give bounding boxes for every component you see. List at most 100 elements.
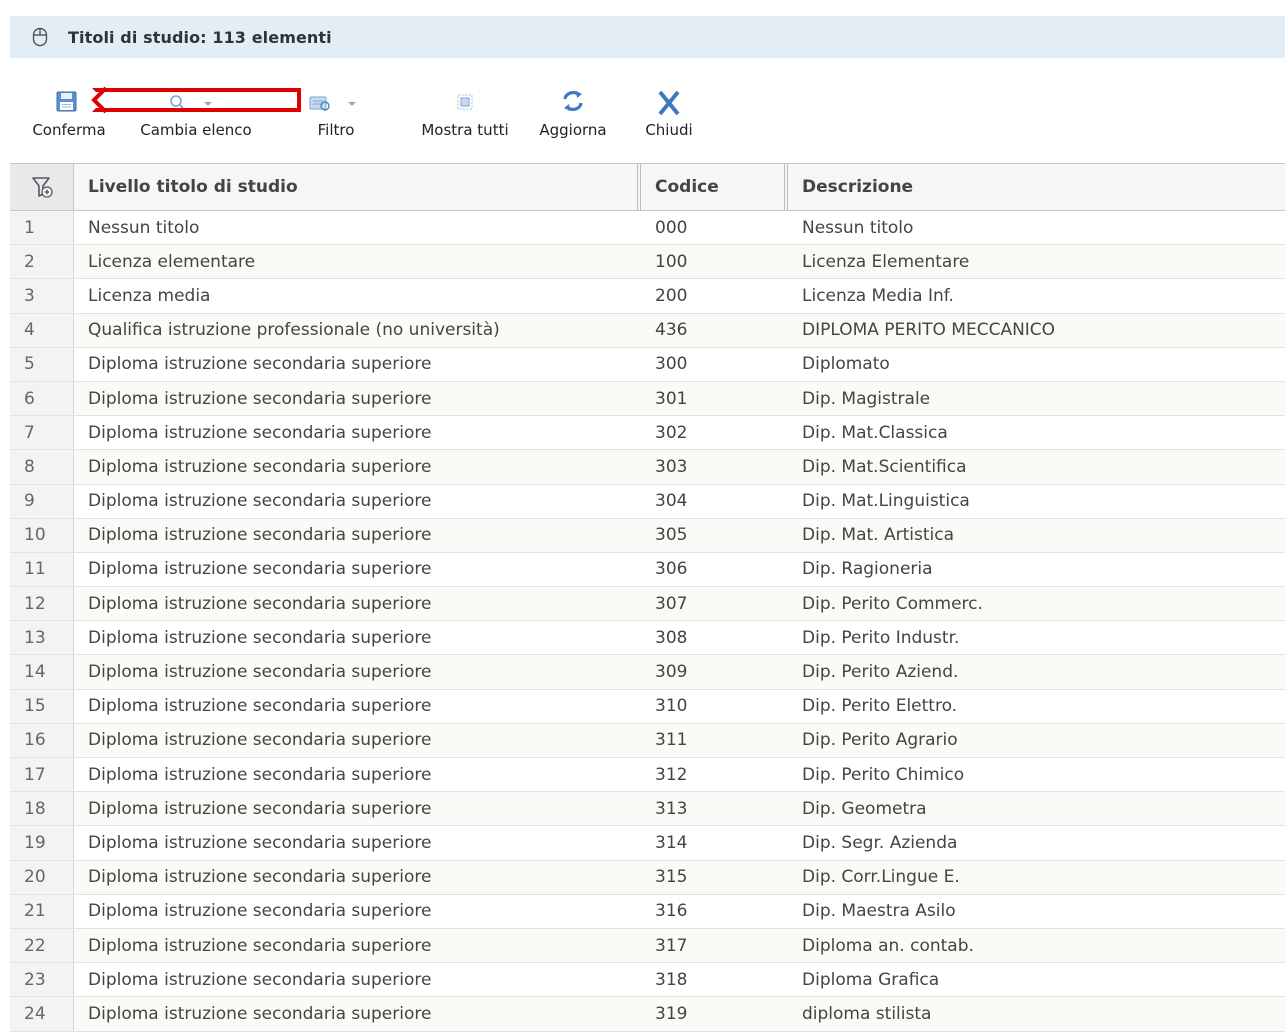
window-title: Titoli di studio: 113 elementi (68, 27, 332, 47)
cell-descrizione: DIPLOMA PERITO MECCANICO (802, 320, 1056, 341)
cell-codice: 317 (655, 935, 688, 956)
table-row[interactable]: 20 Diploma istruzione secondaria superior… (10, 860, 1285, 895)
column-header-livello[interactable]: Livello titolo di studio (74, 164, 641, 210)
chiudi-label: Chiudi (645, 121, 693, 139)
cambia-elenco-label: Cambia elenco (140, 121, 252, 139)
cell-descrizione: Dip. Segr. Azienda (802, 832, 958, 853)
cell-livello: Diploma istruzione secondaria superiore (88, 491, 432, 512)
table-row[interactable]: 16 Diploma istruzione secondaria superior… (10, 723, 1285, 758)
cell-descrizione: Diplomato (802, 354, 890, 375)
cell-descrizione: Dip. Mat.Linguistica (802, 491, 970, 512)
cell-livello: Diploma istruzione secondaria superiore (88, 593, 432, 614)
cell-descrizione: Diploma an. contab. (802, 935, 974, 956)
row-number: 18 (10, 792, 74, 826)
refresh-icon (563, 91, 583, 111)
table-row[interactable]: 7 Diploma istruzione secondaria superiore… (10, 416, 1285, 451)
table-row[interactable]: 22 Diploma istruzione secondaria superior… (10, 928, 1285, 964)
cell-descrizione: Dip. Perito Commerc. (802, 593, 983, 614)
filter-dropdown-icon (309, 96, 356, 111)
table-row[interactable]: 15 Diploma istruzione secondaria superior… (10, 689, 1285, 724)
row-number: 5 (10, 347, 74, 381)
mostra-tutti-label: Mostra tutti (421, 121, 509, 139)
cell-codice: 302 (655, 422, 688, 443)
mouse-icon (32, 27, 48, 47)
table-row[interactable]: 19 Diploma istruzione secondaria superior… (10, 826, 1285, 861)
row-number: 9 (10, 484, 74, 518)
cell-codice: 306 (655, 559, 688, 580)
table-row[interactable]: 17 Diploma istruzione secondaria superior… (10, 758, 1285, 793)
column-header-codice[interactable]: Codice (641, 164, 788, 210)
table-row[interactable]: 24 Diploma istruzione secondaria superior… (10, 997, 1285, 1032)
filter-add-icon (31, 177, 53, 198)
table-row[interactable]: 18 Diploma istruzione secondaria superior… (10, 792, 1285, 827)
cell-livello: Diploma istruzione secondaria superiore (88, 422, 432, 443)
cell-codice: 301 (655, 388, 688, 409)
cell-descrizione: Licenza Media Inf. (802, 285, 954, 306)
cell-codice: 303 (655, 456, 688, 477)
table-row[interactable]: 6 Diploma istruzione secondaria superiore… (10, 381, 1285, 417)
table-row[interactable]: 10 Diploma istruzione secondaria superior… (10, 518, 1285, 553)
row-number: 20 (10, 860, 74, 894)
cell-livello: Qualifica istruzione professionale (no u… (88, 320, 500, 341)
table-row[interactable]: 14 Diploma istruzione secondaria superior… (10, 655, 1285, 690)
table-row[interactable]: 2 Licenza elementare 100 Licenza Elementare (10, 245, 1285, 280)
table-row[interactable]: 9 Diploma istruzione secondaria superiore… (10, 484, 1285, 519)
table-row[interactable]: 3 Licenza media 200 Licenza Media Inf. (10, 279, 1285, 314)
cell-livello: Diploma istruzione secondaria superiore (88, 730, 432, 751)
row-number: 16 (10, 723, 74, 757)
cell-codice: 310 (655, 696, 688, 717)
cell-livello: Diploma istruzione secondaria superiore (88, 354, 432, 375)
row-number: 1 (10, 211, 74, 245)
row-number: 13 (10, 621, 74, 655)
cell-codice: 305 (655, 525, 688, 546)
aggiorna-button[interactable]: Aggiorna (530, 80, 616, 144)
save-icon (56, 91, 77, 112)
highlight-arrow-tip (91, 86, 108, 114)
cell-livello: Licenza elementare (88, 251, 256, 272)
table-row[interactable]: 12 Diploma istruzione secondaria superior… (10, 587, 1285, 622)
grid-body: 1 Nessun titolo 000 Nessun titolo 2 Licenza e… (10, 211, 1285, 1032)
table-row[interactable]: 5 Diploma istruzione secondaria superiore… (10, 347, 1285, 382)
cell-livello: Diploma istruzione secondaria superiore (88, 867, 432, 888)
table-row[interactable]: 1 Nessun titolo 000 Nessun titolo (10, 211, 1285, 246)
filtro-button[interactable]: Filtro (300, 80, 372, 144)
row-number: 12 (10, 587, 74, 621)
cell-codice: 300 (655, 354, 688, 375)
row-number: 11 (10, 552, 74, 587)
column-filter-button[interactable] (10, 164, 74, 210)
cell-livello: Diploma istruzione secondaria superiore (88, 559, 432, 580)
cell-descrizione: Dip. Perito Aziend. (802, 662, 959, 683)
table-row[interactable]: 13 Diploma istruzione secondaria superior… (10, 621, 1285, 656)
cell-livello: Licenza media (88, 285, 211, 306)
cell-codice: 319 (655, 1003, 688, 1024)
row-number: 6 (10, 381, 74, 416)
cell-livello: Diploma istruzione secondaria superiore (88, 969, 432, 990)
row-number: 19 (10, 826, 74, 860)
row-number: 3 (10, 279, 74, 313)
cell-livello: Diploma istruzione secondaria superiore (88, 764, 432, 785)
mostra-tutti-button[interactable]: Mostra tutti (412, 80, 518, 144)
cell-codice: 318 (655, 969, 688, 990)
cell-descrizione: Dip. Maestra Asilo (802, 901, 956, 922)
table-row[interactable]: 21 Diploma istruzione secondaria superior… (10, 894, 1285, 929)
cell-codice: 304 (655, 491, 688, 512)
cell-descrizione: Nessun titolo (802, 217, 914, 238)
cell-livello: Diploma istruzione secondaria superiore (88, 696, 432, 717)
column-header-descrizione[interactable]: Descrizione (788, 164, 1285, 210)
cell-descrizione: Diploma Grafica (802, 969, 940, 990)
cell-livello: Diploma istruzione secondaria superiore (88, 901, 432, 922)
table-row[interactable]: 23 Diploma istruzione secondaria superior… (10, 963, 1285, 998)
chiudi-button[interactable]: Chiudi (636, 80, 702, 144)
table-row[interactable]: 4 Qualifica istruzione professionale (no … (10, 313, 1285, 348)
cell-codice: 316 (655, 901, 688, 922)
cell-livello: Nessun titolo (88, 217, 200, 238)
cell-descrizione: Dip. Perito Agrario (802, 730, 958, 751)
table-row[interactable]: 8 Diploma istruzione secondaria superiore… (10, 450, 1285, 485)
cell-livello: Diploma istruzione secondaria superiore (88, 935, 432, 956)
row-number: 23 (10, 963, 74, 997)
cell-codice: 000 (655, 217, 688, 238)
row-number: 8 (10, 450, 74, 484)
table-row[interactable]: 11 Diploma istruzione secondaria superior… (10, 552, 1285, 588)
cell-descrizione: Licenza Elementare (802, 251, 970, 272)
cell-descrizione: Dip. Mat.Classica (802, 422, 948, 443)
